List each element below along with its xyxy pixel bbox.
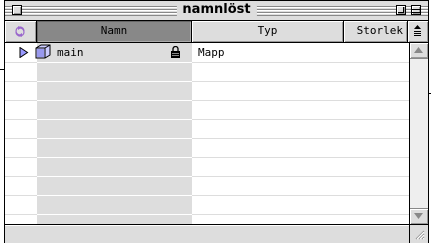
status-bar <box>5 224 428 243</box>
finder-window: namnlöst Namn Typ Storlek main Mapp <box>4 0 429 243</box>
arrow-up-icon <box>414 47 423 53</box>
column-header-type[interactable]: Typ <box>192 21 344 42</box>
column-header-name[interactable]: Namn <box>37 21 192 42</box>
folder-icon <box>35 44 51 59</box>
scroll-up-button[interactable] <box>410 43 428 59</box>
vertical-scrollbar[interactable] <box>409 43 428 224</box>
resize-grip-icon <box>415 230 425 240</box>
sort-order-icon <box>414 25 421 36</box>
close-box[interactable] <box>12 5 22 15</box>
list-item[interactable]: main Mapp <box>5 43 409 62</box>
item-name[interactable]: main <box>57 43 84 62</box>
zoom-box[interactable] <box>396 5 406 15</box>
sort-arrows-icon <box>15 26 25 37</box>
title-bar[interactable]: namnlöst <box>5 1 428 21</box>
file-list[interactable]: main Mapp <box>5 43 409 224</box>
column-header-row: Namn Typ Storlek <box>5 21 428 43</box>
window-title: namnlöst <box>176 2 257 18</box>
sort-direction-button[interactable] <box>5 21 37 42</box>
sorted-column-highlight <box>37 43 192 224</box>
scroll-down-button[interactable] <box>410 208 428 224</box>
arrow-down-icon <box>414 213 423 219</box>
resize-handle[interactable] <box>409 225 428 243</box>
column-header-size[interactable]: Storlek <box>344 21 408 42</box>
column-options-button[interactable] <box>408 21 428 42</box>
lock-icon <box>171 46 180 58</box>
item-type: Mapp <box>198 46 225 59</box>
collapse-box[interactable] <box>411 5 421 15</box>
disclosure-triangle-icon[interactable] <box>19 47 29 58</box>
